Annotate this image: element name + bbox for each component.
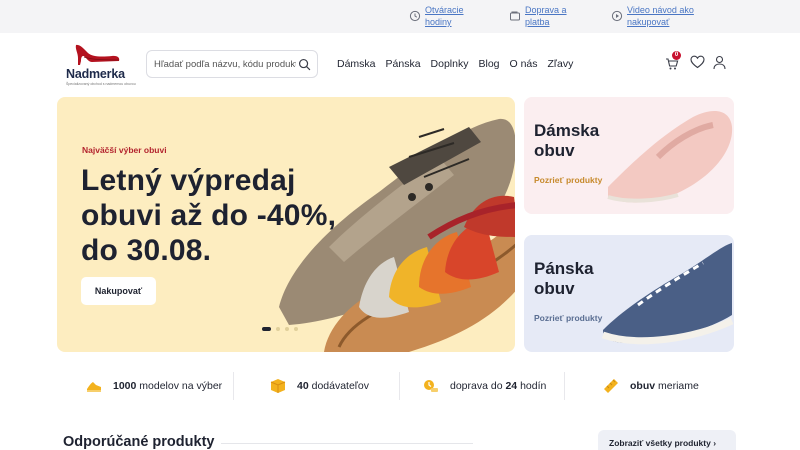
feature-divider <box>399 372 400 400</box>
feature-divider <box>564 372 565 400</box>
top-info-bar: Otváracie hodiny Doprava a platba Video … <box>0 0 800 33</box>
shoe-box-icon <box>87 382 101 392</box>
nav-link-women[interactable]: Dámska <box>337 58 376 70</box>
nav-link-sale[interactable]: Zľavy <box>548 58 574 70</box>
men-card-link[interactable]: Pozrieť produkty <box>534 313 602 323</box>
main-navigation: Dámska Pánska Doplnky Blog O nás Zľavy <box>337 58 583 70</box>
men-shoes-card[interactable]: Pánska obuv Pozrieť produkty <box>524 235 734 352</box>
feature-models-number: 1000 <box>113 380 137 392</box>
site-header: Nadmerka Špecializovaný obchod s nadmern… <box>0 33 800 97</box>
nav-link-men[interactable]: Pánska <box>386 58 421 70</box>
opening-hours-link-line2[interactable]: hodiny <box>425 16 464 28</box>
heart-icon <box>690 55 705 69</box>
hero-banner[interactable]: Najväčší výber obuvi Letný výpredaj obuv… <box>57 97 515 352</box>
section-divider-line <box>221 443 473 444</box>
nav-link-blog[interactable]: Blog <box>478 58 499 70</box>
feature-measuring-text: meriame <box>655 380 699 392</box>
feature-suppliers-number: 40 <box>297 380 309 392</box>
women-shoes-card[interactable]: Dámska obuv Pozrieť produkty <box>524 97 734 214</box>
feature-models-text: modelov na výber <box>136 380 223 392</box>
video-guide-link-line1[interactable]: Video návod ako <box>627 4 694 16</box>
delivery-icon <box>424 380 438 392</box>
feature-suppliers: 40 dodávateľov <box>269 368 369 404</box>
site-logo[interactable]: Nadmerka Špecializovaný obchod s nadmern… <box>62 41 136 89</box>
high-heel-logo-icon <box>75 44 120 65</box>
wishlist-button[interactable] <box>690 55 706 71</box>
carousel-dot-4[interactable] <box>294 327 298 331</box>
cart-count-badge: 0 <box>672 51 681 60</box>
recommended-products-title: Odporúčané produkty <box>63 434 215 450</box>
search-icon[interactable] <box>298 58 311 71</box>
nav-link-about[interactable]: O nás <box>510 58 538 70</box>
carousel-dot-3[interactable] <box>285 327 289 331</box>
wallet-icon <box>510 11 520 21</box>
logo-tagline: Špecializovaný obchod s nadmernou obuvou <box>66 82 136 86</box>
logo-name: Nadmerka <box>66 67 125 81</box>
nav-link-accessories[interactable]: Doplnky <box>431 58 469 70</box>
feature-suppliers-text: dodávateľov <box>308 380 369 392</box>
feature-delivery-prefix: doprava do <box>450 380 506 392</box>
feature-delivery-text: hodín <box>517 380 547 392</box>
video-guide-info[interactable]: Video návod ako nakupovať <box>611 4 694 28</box>
search-box <box>146 50 318 78</box>
package-icon <box>270 379 286 393</box>
carousel-dot-1[interactable] <box>262 327 271 331</box>
hero-carousel-dots <box>262 327 298 331</box>
ruler-icon <box>604 379 618 393</box>
women-card-title: Dámska obuv <box>534 121 600 160</box>
sandal-product-image <box>279 118 515 352</box>
feature-models: 1000 modelov na výber <box>85 368 222 404</box>
women-card-link[interactable]: Pozrieť produkty <box>534 175 602 185</box>
delivery-link-line2[interactable]: platba <box>525 16 567 28</box>
clock-icon <box>409 10 421 22</box>
cart-button[interactable]: 0 <box>665 51 681 71</box>
delivery-payment-info[interactable]: Doprava a platba <box>509 4 567 28</box>
feature-measuring: obuv meriame <box>602 368 699 404</box>
men-card-title: Pánska obuv <box>534 259 594 298</box>
play-icon <box>611 10 623 22</box>
show-all-products-button[interactable]: Zobraziť všetky produkty › <box>598 430 736 450</box>
opening-hours-info[interactable]: Otváracie hodiny <box>409 4 464 28</box>
search-input[interactable] <box>154 57 296 72</box>
opening-hours-link-line1[interactable]: Otváracie <box>425 4 464 16</box>
feature-measuring-bold: obuv <box>630 380 656 392</box>
feature-delivery: doprava do 24 hodín <box>422 368 546 404</box>
user-icon <box>713 55 726 70</box>
shop-now-button[interactable]: Nakupovať <box>81 277 156 305</box>
account-button[interactable] <box>712 55 728 71</box>
feature-delivery-number: 24 <box>505 380 518 392</box>
delivery-link-line1[interactable]: Doprava a <box>525 4 567 16</box>
hero-eyebrow: Najväčší výber obuvi <box>82 145 167 155</box>
video-guide-link-line2[interactable]: nakupovať <box>627 16 694 28</box>
carousel-dot-2[interactable] <box>276 327 280 331</box>
features-strip: 1000 modelov na výber 40 dodávateľov dop… <box>57 368 737 404</box>
feature-divider <box>233 372 234 400</box>
